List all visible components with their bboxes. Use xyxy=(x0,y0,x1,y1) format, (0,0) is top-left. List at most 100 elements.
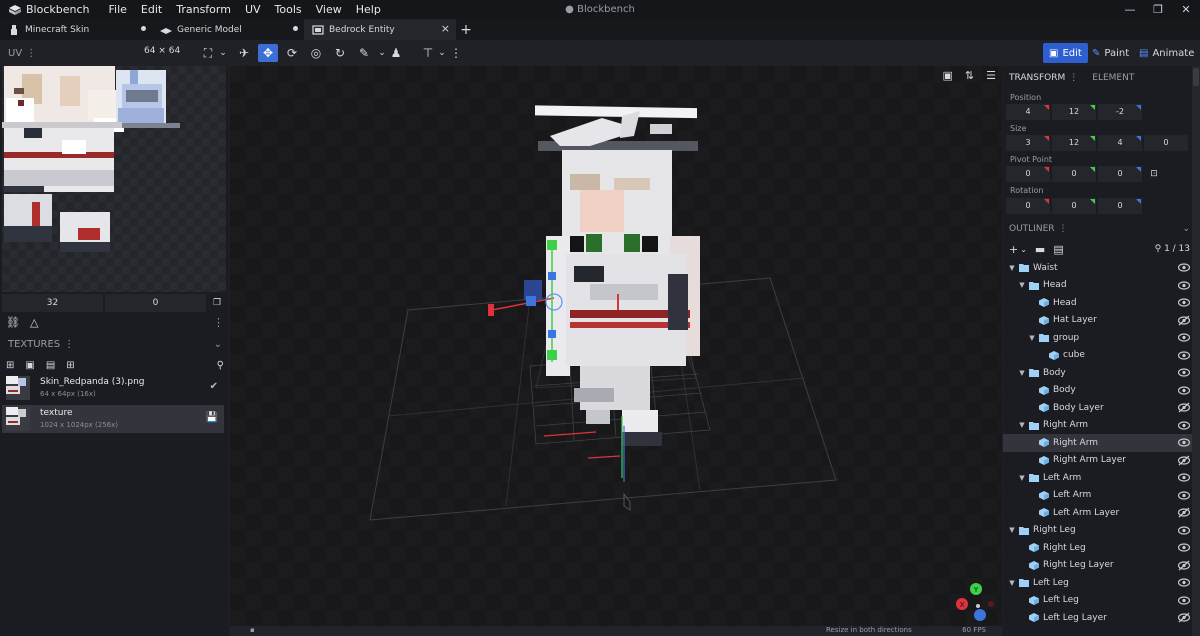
eye-icon[interactable] xyxy=(1178,577,1190,588)
outliner-group-row[interactable]: ▼ group xyxy=(1003,329,1192,347)
eye-icon[interactable] xyxy=(1178,525,1190,536)
eye-off-icon[interactable] xyxy=(1178,455,1190,466)
outliner-cube-row[interactable]: Hat Layer xyxy=(1003,312,1192,330)
size-y-input[interactable]: 12 xyxy=(1052,135,1096,151)
outliner-cube-row[interactable]: Body xyxy=(1003,382,1192,400)
import-texture-icon[interactable]: ⊞ xyxy=(6,360,14,371)
outliner-cube-row[interactable]: cube xyxy=(1003,347,1192,365)
save-icon[interactable]: 💾 xyxy=(206,412,218,423)
eye-icon[interactable] xyxy=(1178,367,1190,378)
minimize-button[interactable]: — xyxy=(1116,0,1144,19)
pivot-x-input[interactable]: 0 xyxy=(1006,166,1050,182)
outliner-cube-row[interactable]: Right Arm Layer xyxy=(1003,452,1192,470)
position-x-input[interactable]: 4 xyxy=(1006,104,1050,120)
pivot-z-input[interactable]: 0 xyxy=(1098,166,1142,182)
eye-icon[interactable] xyxy=(1178,297,1190,308)
outliner-cube-row[interactable]: Right Arm xyxy=(1003,434,1192,452)
edit-mode-button[interactable]: ▣ Edit xyxy=(1043,43,1088,63)
center-pivot-icon[interactable]: ⊡ xyxy=(1144,166,1164,182)
eye-icon[interactable] xyxy=(1178,262,1190,273)
textures-menu-icon[interactable]: ⋮ xyxy=(64,339,74,350)
link-icon[interactable]: ⛓ xyxy=(6,316,20,329)
chevron-down-icon[interactable]: ⌄ xyxy=(1182,224,1190,234)
outliner-group-row[interactable]: ▼ Left Leg xyxy=(1003,574,1192,592)
outliner-cube-row[interactable]: Head xyxy=(1003,294,1192,312)
eye-off-icon[interactable] xyxy=(1178,507,1190,518)
outliner-cube-row[interactable]: Left Arm Layer xyxy=(1003,504,1192,522)
rotate-tool-icon[interactable]: ⟳ xyxy=(282,44,302,62)
position-z-input[interactable]: -2 xyxy=(1098,104,1142,120)
tab-bedrock-entity[interactable]: Bedrock Entity × xyxy=(304,19,456,40)
uv-dropdown-icon[interactable]: ⌄ xyxy=(213,44,233,62)
outliner-cube-row[interactable]: Right Leg xyxy=(1003,539,1192,557)
rotation-x-input[interactable]: 0 xyxy=(1006,198,1050,214)
scrollbar-thumb[interactable] xyxy=(1193,68,1199,86)
paint-mode-button[interactable]: ✎ Paint xyxy=(1086,43,1135,63)
outliner-group-row[interactable]: ▼ Body xyxy=(1003,364,1192,382)
expand-caret-icon[interactable]: ▼ xyxy=(1007,579,1017,587)
eye-icon[interactable] xyxy=(1178,385,1190,396)
outliner-cube-row[interactable]: Body Layer xyxy=(1003,399,1192,417)
size-x-input[interactable]: 3 xyxy=(1006,135,1050,151)
outliner-cube-row[interactable]: Right Leg Layer xyxy=(1003,557,1192,575)
outliner-group-row[interactable]: ▼ Left Arm xyxy=(1003,469,1192,487)
texture-item[interactable]: texture 1024 x 1024px (256x) 💾 xyxy=(2,405,224,433)
tab-minecraft-skin[interactable]: Minecraft Skin xyxy=(0,19,152,40)
transform-menu-icon[interactable]: ⋮ xyxy=(1069,73,1078,83)
pivot-tool-icon[interactable]: ◎ xyxy=(306,44,326,62)
3d-viewport[interactable]: Y X ▣ ⇅ ☰ xyxy=(230,66,1002,636)
expand-caret-icon[interactable]: ▼ xyxy=(1017,281,1027,289)
toolbar-more-icon[interactable]: ⋮ xyxy=(446,44,466,62)
pivot-rotate-icon[interactable]: ↻ xyxy=(330,44,350,62)
eye-icon[interactable] xyxy=(1178,280,1190,291)
menu-uv[interactable]: UV xyxy=(238,3,268,16)
outliner-group-row[interactable]: ▼ Right Arm xyxy=(1003,417,1192,435)
eye-icon[interactable] xyxy=(1178,332,1190,343)
menu-view[interactable]: View xyxy=(309,3,349,16)
menu-transform[interactable]: Transform xyxy=(169,3,238,16)
texture-groups-icon[interactable]: ⊞ xyxy=(66,360,74,371)
rotation-y-input[interactable]: 0 xyxy=(1052,198,1096,214)
move-tool-icon[interactable]: ✥ xyxy=(258,44,278,62)
menu-help[interactable]: Help xyxy=(349,3,388,16)
add-group-icon[interactable]: ▬ xyxy=(1035,243,1045,256)
outliner-cube-row[interactable]: Left Leg xyxy=(1003,592,1192,610)
position-y-input[interactable]: 12 xyxy=(1052,104,1096,120)
expand-caret-icon[interactable]: ▼ xyxy=(1017,369,1027,377)
size-z-input[interactable]: 4 xyxy=(1098,135,1142,151)
eye-icon[interactable] xyxy=(1178,542,1190,553)
chevron-down-icon[interactable]: ⌄ xyxy=(214,339,222,350)
outliner-group-row[interactable]: ▼ Head xyxy=(1003,277,1192,295)
textures-header[interactable]: TEXTURES ⋮ ⌄ xyxy=(0,336,228,352)
add-element-icon[interactable]: + xyxy=(1009,243,1018,256)
outliner-group-row[interactable]: ▼ Waist xyxy=(1003,259,1192,277)
rotation-z-input[interactable]: 0 xyxy=(1098,198,1142,214)
eye-off-icon[interactable] xyxy=(1178,402,1190,413)
eye-icon[interactable] xyxy=(1178,595,1190,606)
animate-mode-button[interactable]: ▤ Animate xyxy=(1133,43,1200,63)
uv-tools-more-icon[interactable]: ⋮ xyxy=(213,316,224,329)
vertex-snap-icon[interactable]: ✈ xyxy=(234,44,254,62)
tab-transform[interactable]: TRANSFORM xyxy=(1003,73,1071,83)
panel-scrollbar[interactable] xyxy=(1192,66,1200,636)
expand-caret-icon[interactable]: ▼ xyxy=(1007,264,1017,272)
texture-folder-icon[interactable]: ▤ xyxy=(46,360,55,371)
new-tab-button[interactable]: + xyxy=(456,19,476,40)
expand-caret-icon[interactable]: ▼ xyxy=(1017,474,1027,482)
eye-icon[interactable] xyxy=(1178,437,1190,448)
pivot-y-input[interactable]: 0 xyxy=(1052,166,1096,182)
uv-field-a[interactable]: 32 xyxy=(2,294,103,312)
screenshot-icon[interactable]: ▣ xyxy=(943,69,953,82)
eye-icon[interactable] xyxy=(1178,350,1190,361)
triangle-icon[interactable]: △ xyxy=(30,316,38,329)
uv-editor-canvas[interactable] xyxy=(2,66,226,292)
collapse-groups-icon[interactable]: ▤ xyxy=(1053,243,1063,256)
uv-field-b[interactable]: 0 xyxy=(105,294,206,312)
close-window-button[interactable]: ✕ xyxy=(1172,0,1200,19)
expand-caret-icon[interactable]: ▼ xyxy=(1017,421,1027,429)
eye-off-icon[interactable] xyxy=(1178,612,1190,623)
viewport-menu-icon[interactable]: ☰ xyxy=(986,69,996,82)
menu-file[interactable]: File xyxy=(102,3,134,16)
outliner-menu-icon[interactable]: ⋮ xyxy=(1059,224,1068,234)
uv-menu-icon[interactable]: ⋮ xyxy=(26,48,36,59)
